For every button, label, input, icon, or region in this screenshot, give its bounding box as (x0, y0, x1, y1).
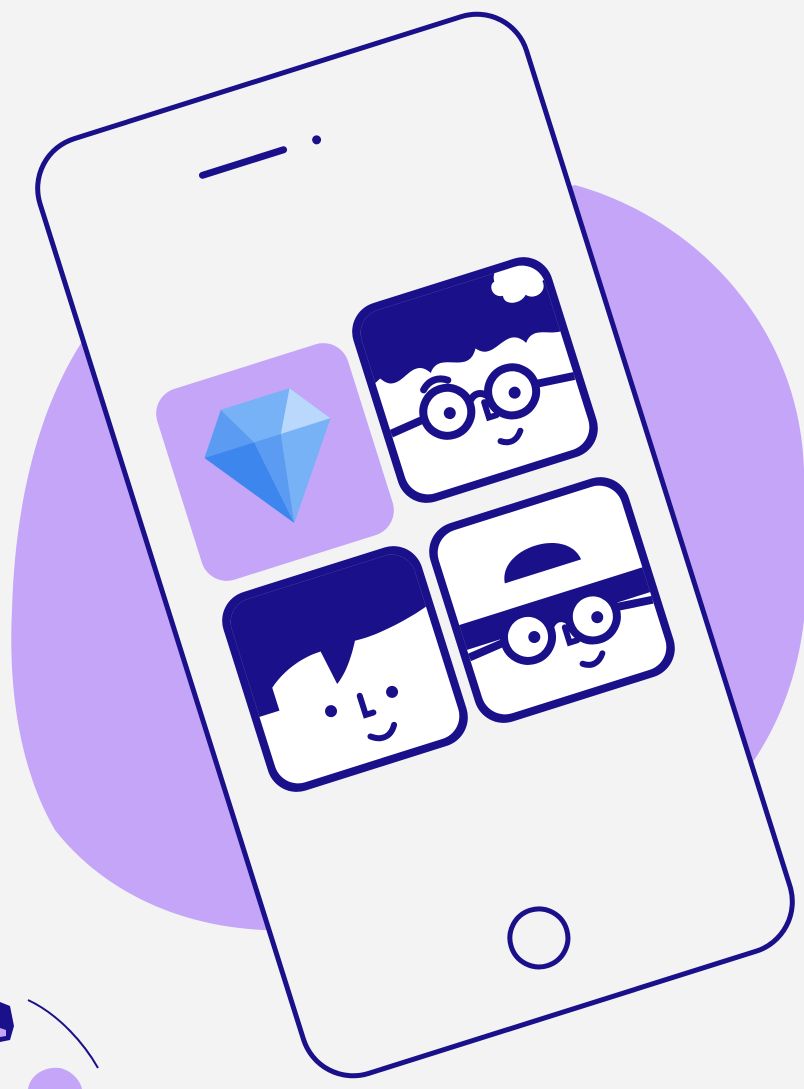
corner-blob (28, 1067, 82, 1089)
corner-arc (27, 999, 99, 1069)
illustration-canvas (0, 0, 804, 1089)
phone-illustration (0, 11, 804, 1089)
